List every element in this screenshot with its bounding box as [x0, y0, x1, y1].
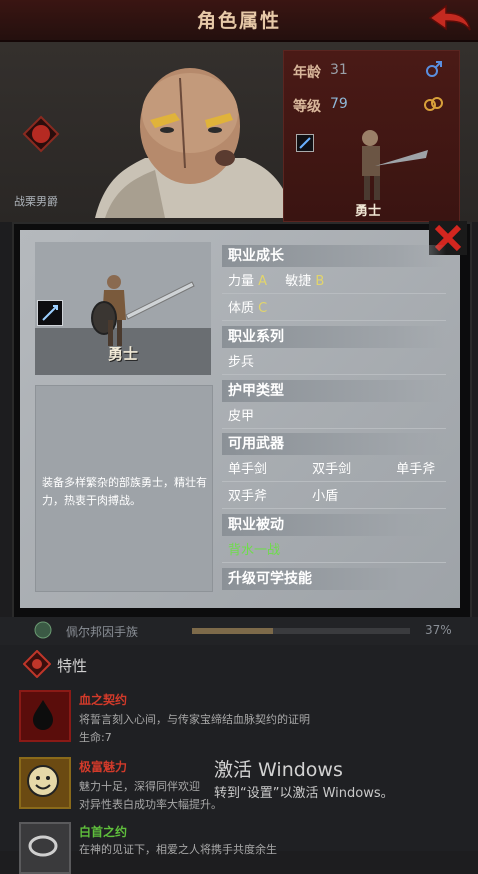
weapon-item: 单手剑: [228, 462, 268, 477]
unit-name-label: 勇士: [355, 204, 382, 219]
weapon-skill-icon: [296, 134, 314, 152]
trait-name: 极富魅力: [79, 760, 128, 774]
trait-name: 血之契约: [79, 693, 128, 707]
age-label: 年龄: [293, 65, 321, 81]
character-class-name: 勇士: [107, 345, 138, 363]
progress-label: 佩尔邦因手族: [66, 625, 139, 639]
level-value: 79: [330, 96, 348, 112]
passive-value[interactable]: 背水一战: [222, 540, 446, 563]
growth-heading: 职业成长: [222, 245, 446, 267]
armor-type-heading: 护甲类型: [222, 380, 446, 402]
blood-drop-icon[interactable]: [19, 690, 71, 742]
class-family-value: 步兵: [222, 352, 446, 375]
age-value: 31: [330, 62, 348, 78]
unit-figure-icon: [362, 130, 428, 200]
progress-track: [192, 628, 410, 634]
agility-label: 敏捷: [285, 274, 312, 289]
trait-desc: 对异性表白成功率大幅提升。: [79, 798, 222, 811]
trait-desc: 生命:7: [79, 731, 112, 744]
weapon-item: 双手剑: [312, 462, 352, 477]
trait-name: 白首之约: [79, 825, 128, 839]
class-family-heading: 职业系列: [222, 326, 446, 348]
strength-grade: A: [258, 274, 268, 289]
crest-icon[interactable]: [22, 115, 60, 153]
progress-percent: 37%: [425, 623, 452, 637]
weapon-item: 双手斧: [228, 489, 268, 504]
strength-label: 力量: [228, 274, 255, 289]
growth-row-1: 力量 A 敏捷 B: [222, 271, 446, 294]
weapon-item: 小盾: [312, 489, 339, 504]
weapons-row-1: 单手剑 双手剑 单手斧: [222, 459, 446, 482]
rings-icon: [424, 97, 443, 111]
level-label: 等级: [293, 99, 321, 115]
upgrade-skills-heading: 升级可学技能: [222, 568, 446, 590]
trait-desc: 魅力十足，深得同伴欢迎: [79, 780, 200, 793]
constitution-grade: C: [258, 301, 268, 316]
passive-heading: 职业被动: [222, 514, 446, 536]
growth-row-2: 体质 C: [222, 298, 446, 321]
ring-icon[interactable]: [19, 822, 71, 874]
weapon-item: 单手斧: [396, 462, 436, 477]
back-arrow-icon[interactable]: [428, 4, 472, 34]
activation-watermark-title: 激活 Windows: [214, 759, 343, 781]
agility-grade: B: [315, 274, 325, 289]
traits-title: 特性: [57, 657, 88, 675]
traits-icon: [23, 650, 51, 678]
class-description: 装备多样繁杂的部族勇士，精壮有力，热衷于肉搏战。: [42, 476, 207, 507]
weapons-heading: 可用武器: [222, 433, 446, 455]
armor-type-value: 皮甲: [222, 406, 446, 429]
page-title: 角色属性: [196, 10, 281, 32]
progress-fill: [192, 628, 273, 634]
constitution-label: 体质: [228, 301, 255, 316]
activation-watermark-subtitle: 转到“设置”以激活 Windows。: [214, 786, 394, 801]
portrait-caption: 战栗男爵: [14, 195, 58, 208]
trait-desc: 在神的见证下，相爱之人将携手共度余生: [79, 843, 277, 856]
trait-desc: 将誓言刻入心间，与传家宝缔结血脉契约的证明: [79, 713, 310, 726]
male-icon: [426, 61, 442, 77]
sword-skill-icon[interactable]: [37, 300, 63, 326]
smile-icon[interactable]: [19, 757, 71, 809]
weapons-row-2: 双手斧 小盾: [222, 486, 446, 509]
faction-icon: [34, 621, 52, 639]
character-portrait: [95, 68, 295, 218]
